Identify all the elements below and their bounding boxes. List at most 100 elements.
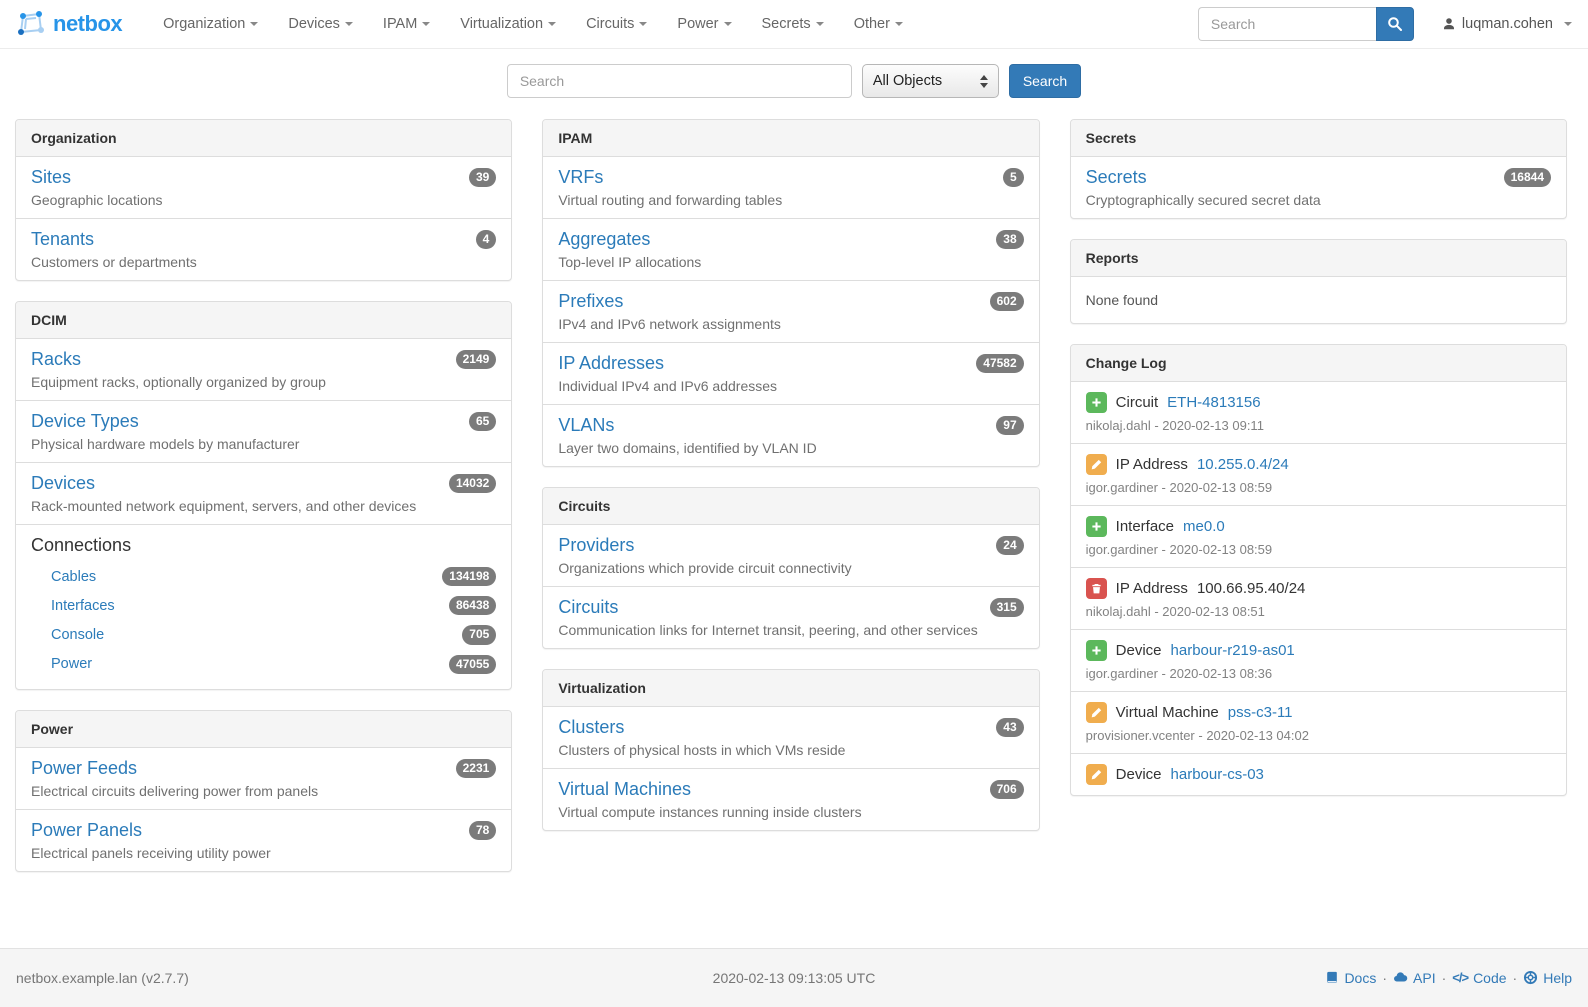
row-description: Virtual routing and forwarding tables <box>558 192 1023 208</box>
devices-link[interactable]: Devices <box>31 473 95 494</box>
menu-other[interactable]: Other <box>839 0 918 49</box>
panel-virtualization: Virtualization Clusters 43 Clusters of p… <box>542 669 1039 831</box>
changelog-entry: IP Address 10.255.0.4/24 igor.gardiner -… <box>1071 444 1566 506</box>
menu-circuits[interactable]: Circuits <box>571 0 662 49</box>
virtual-machines-link[interactable]: Virtual Machines <box>558 779 691 800</box>
sites-link[interactable]: Sites <box>31 167 71 188</box>
row-description: Individual IPv4 and IPv6 addresses <box>558 378 1023 394</box>
global-search-button[interactable]: Search <box>1009 64 1081 98</box>
trash-icon <box>1086 578 1107 599</box>
count-badge: 315 <box>990 598 1024 617</box>
changelog-object-link[interactable]: harbour-r219-as01 <box>1171 642 1295 659</box>
stat-row-circuits: Circuits 315 Communication links for Int… <box>543 587 1038 648</box>
pencil-icon <box>1086 702 1107 723</box>
ip-addresses-link[interactable]: IP Addresses <box>558 353 664 374</box>
changelog-meta: nikolaj.dahl - 2020-02-13 08:51 <box>1086 604 1551 619</box>
changelog-object-link[interactable]: me0.0 <box>1183 518 1225 535</box>
row-description: Organizations which provide circuit conn… <box>558 560 1023 576</box>
changelog-object-link[interactable]: ETH-4813156 <box>1167 394 1260 411</box>
count-badge: 2231 <box>456 759 497 778</box>
stat-row-power-feeds: Power Feeds 2231 Electrical circuits del… <box>16 748 511 810</box>
count-badge: 47582 <box>976 354 1023 373</box>
netbox-logo[interactable]: netbox <box>16 9 122 39</box>
life-ring-icon <box>1523 970 1538 985</box>
racks-link[interactable]: Racks <box>31 349 81 370</box>
changelog-meta: nikolaj.dahl - 2020-02-13 09:11 <box>1086 418 1551 433</box>
chevron-down-icon <box>724 22 732 26</box>
tenants-link[interactable]: Tenants <box>31 229 94 250</box>
stat-row-vlans: VLANs 97 Layer two domains, identified b… <box>543 405 1038 466</box>
power-panels-link[interactable]: Power Panels <box>31 820 142 841</box>
user-menu[interactable]: luqman.cohen <box>1442 16 1572 32</box>
connection-row-cables: Cables 134198 <box>31 562 496 591</box>
footer-timestamp: 2020-02-13 09:13:05 UTC <box>713 970 876 986</box>
footer-host-version: netbox.example.lan (v2.7.7) <box>16 970 713 986</box>
search-scope-select[interactable]: All Objects <box>862 64 999 98</box>
row-description: Top-level IP allocations <box>558 254 1023 270</box>
console-link[interactable]: Console <box>51 627 104 643</box>
navbar-search-input[interactable] <box>1198 7 1376 41</box>
count-badge: 97 <box>996 416 1023 435</box>
panel-heading: Organization <box>16 120 511 157</box>
vrfs-link[interactable]: VRFs <box>558 167 603 188</box>
connection-row-interfaces: Interfaces 86438 <box>31 591 496 620</box>
changelog-object-type: Device <box>1116 642 1162 659</box>
power-feeds-link[interactable]: Power Feeds <box>31 758 137 779</box>
interfaces-link[interactable]: Interfaces <box>51 598 115 614</box>
menu-ipam[interactable]: IPAM <box>368 0 445 49</box>
global-search-input[interactable] <box>507 64 852 98</box>
stat-row-sites: Sites 39 Geographic locations <box>16 157 511 219</box>
help-link[interactable]: Help <box>1523 970 1572 986</box>
docs-link[interactable]: Docs <box>1325 970 1376 986</box>
menu-power[interactable]: Power <box>662 0 746 49</box>
count-badge: 2149 <box>456 350 497 369</box>
chevron-down-icon <box>1564 22 1572 26</box>
changelog-object-text: 100.66.95.40/24 <box>1197 580 1305 597</box>
connections-group: Connections Cables 134198 Interfaces 864… <box>16 525 511 689</box>
changelog-entry: IP Address 100.66.95.40/24 nikolaj.dahl … <box>1071 568 1566 630</box>
panel-secrets: Secrets Secrets 16844 Cryptographically … <box>1070 119 1567 219</box>
top-navbar: netbox Organization Devices IPAM Virtual… <box>0 0 1588 49</box>
global-search-bar: All Objects Search <box>0 49 1588 119</box>
count-badge: 4 <box>476 230 497 249</box>
row-description: Electrical circuits delivering power fro… <box>31 783 496 799</box>
aggregates-link[interactable]: Aggregates <box>558 229 650 250</box>
panel-heading: Change Log <box>1071 345 1566 382</box>
prefixes-link[interactable]: Prefixes <box>558 291 623 312</box>
changelog-object-link[interactable]: pss-c3-11 <box>1228 704 1293 721</box>
code-link[interactable]: </> Code <box>1452 970 1506 986</box>
vlans-link[interactable]: VLANs <box>558 415 614 436</box>
device-types-link[interactable]: Device Types <box>31 411 139 432</box>
api-link[interactable]: API <box>1393 970 1436 986</box>
page-footer: netbox.example.lan (v2.7.7) 2020-02-13 0… <box>0 948 1588 1007</box>
changelog-meta: igor.gardiner - 2020-02-13 08:59 <box>1086 480 1551 495</box>
count-badge: 78 <box>469 821 496 840</box>
changelog-object-type: Virtual Machine <box>1116 704 1219 721</box>
changelog-object-type: Interface <box>1116 518 1174 535</box>
row-description: Equipment racks, optionally organized by… <box>31 374 496 390</box>
cables-link[interactable]: Cables <box>51 569 96 585</box>
menu-devices[interactable]: Devices <box>273 0 368 49</box>
menu-secrets[interactable]: Secrets <box>747 0 839 49</box>
secrets-link[interactable]: Secrets <box>1086 167 1147 188</box>
menu-organization[interactable]: Organization <box>148 0 273 49</box>
changelog-object-type: IP Address <box>1116 580 1188 597</box>
menu-virtualization[interactable]: Virtualization <box>445 0 571 49</box>
count-badge: 134198 <box>442 567 496 586</box>
search-scope-value: All Objects <box>873 73 942 89</box>
connection-row-console: Console 705 <box>31 620 496 649</box>
book-icon <box>1325 971 1339 985</box>
count-badge: 39 <box>469 168 496 187</box>
changelog-object-link[interactable]: harbour-cs-03 <box>1171 766 1264 783</box>
count-badge: 705 <box>462 625 496 644</box>
panel-reports: Reports None found <box>1070 239 1567 324</box>
changelog-object-link[interactable]: 10.255.0.4/24 <box>1197 456 1289 473</box>
chevron-down-icon <box>345 22 353 26</box>
pencil-icon <box>1086 764 1107 785</box>
power-connections-link[interactable]: Power <box>51 656 92 672</box>
panel-ipam: IPAM VRFs 5 Virtual routing and forwardi… <box>542 119 1039 467</box>
circuits-link[interactable]: Circuits <box>558 597 618 618</box>
clusters-link[interactable]: Clusters <box>558 717 624 738</box>
navbar-search-button[interactable] <box>1376 7 1414 41</box>
providers-link[interactable]: Providers <box>558 535 634 556</box>
